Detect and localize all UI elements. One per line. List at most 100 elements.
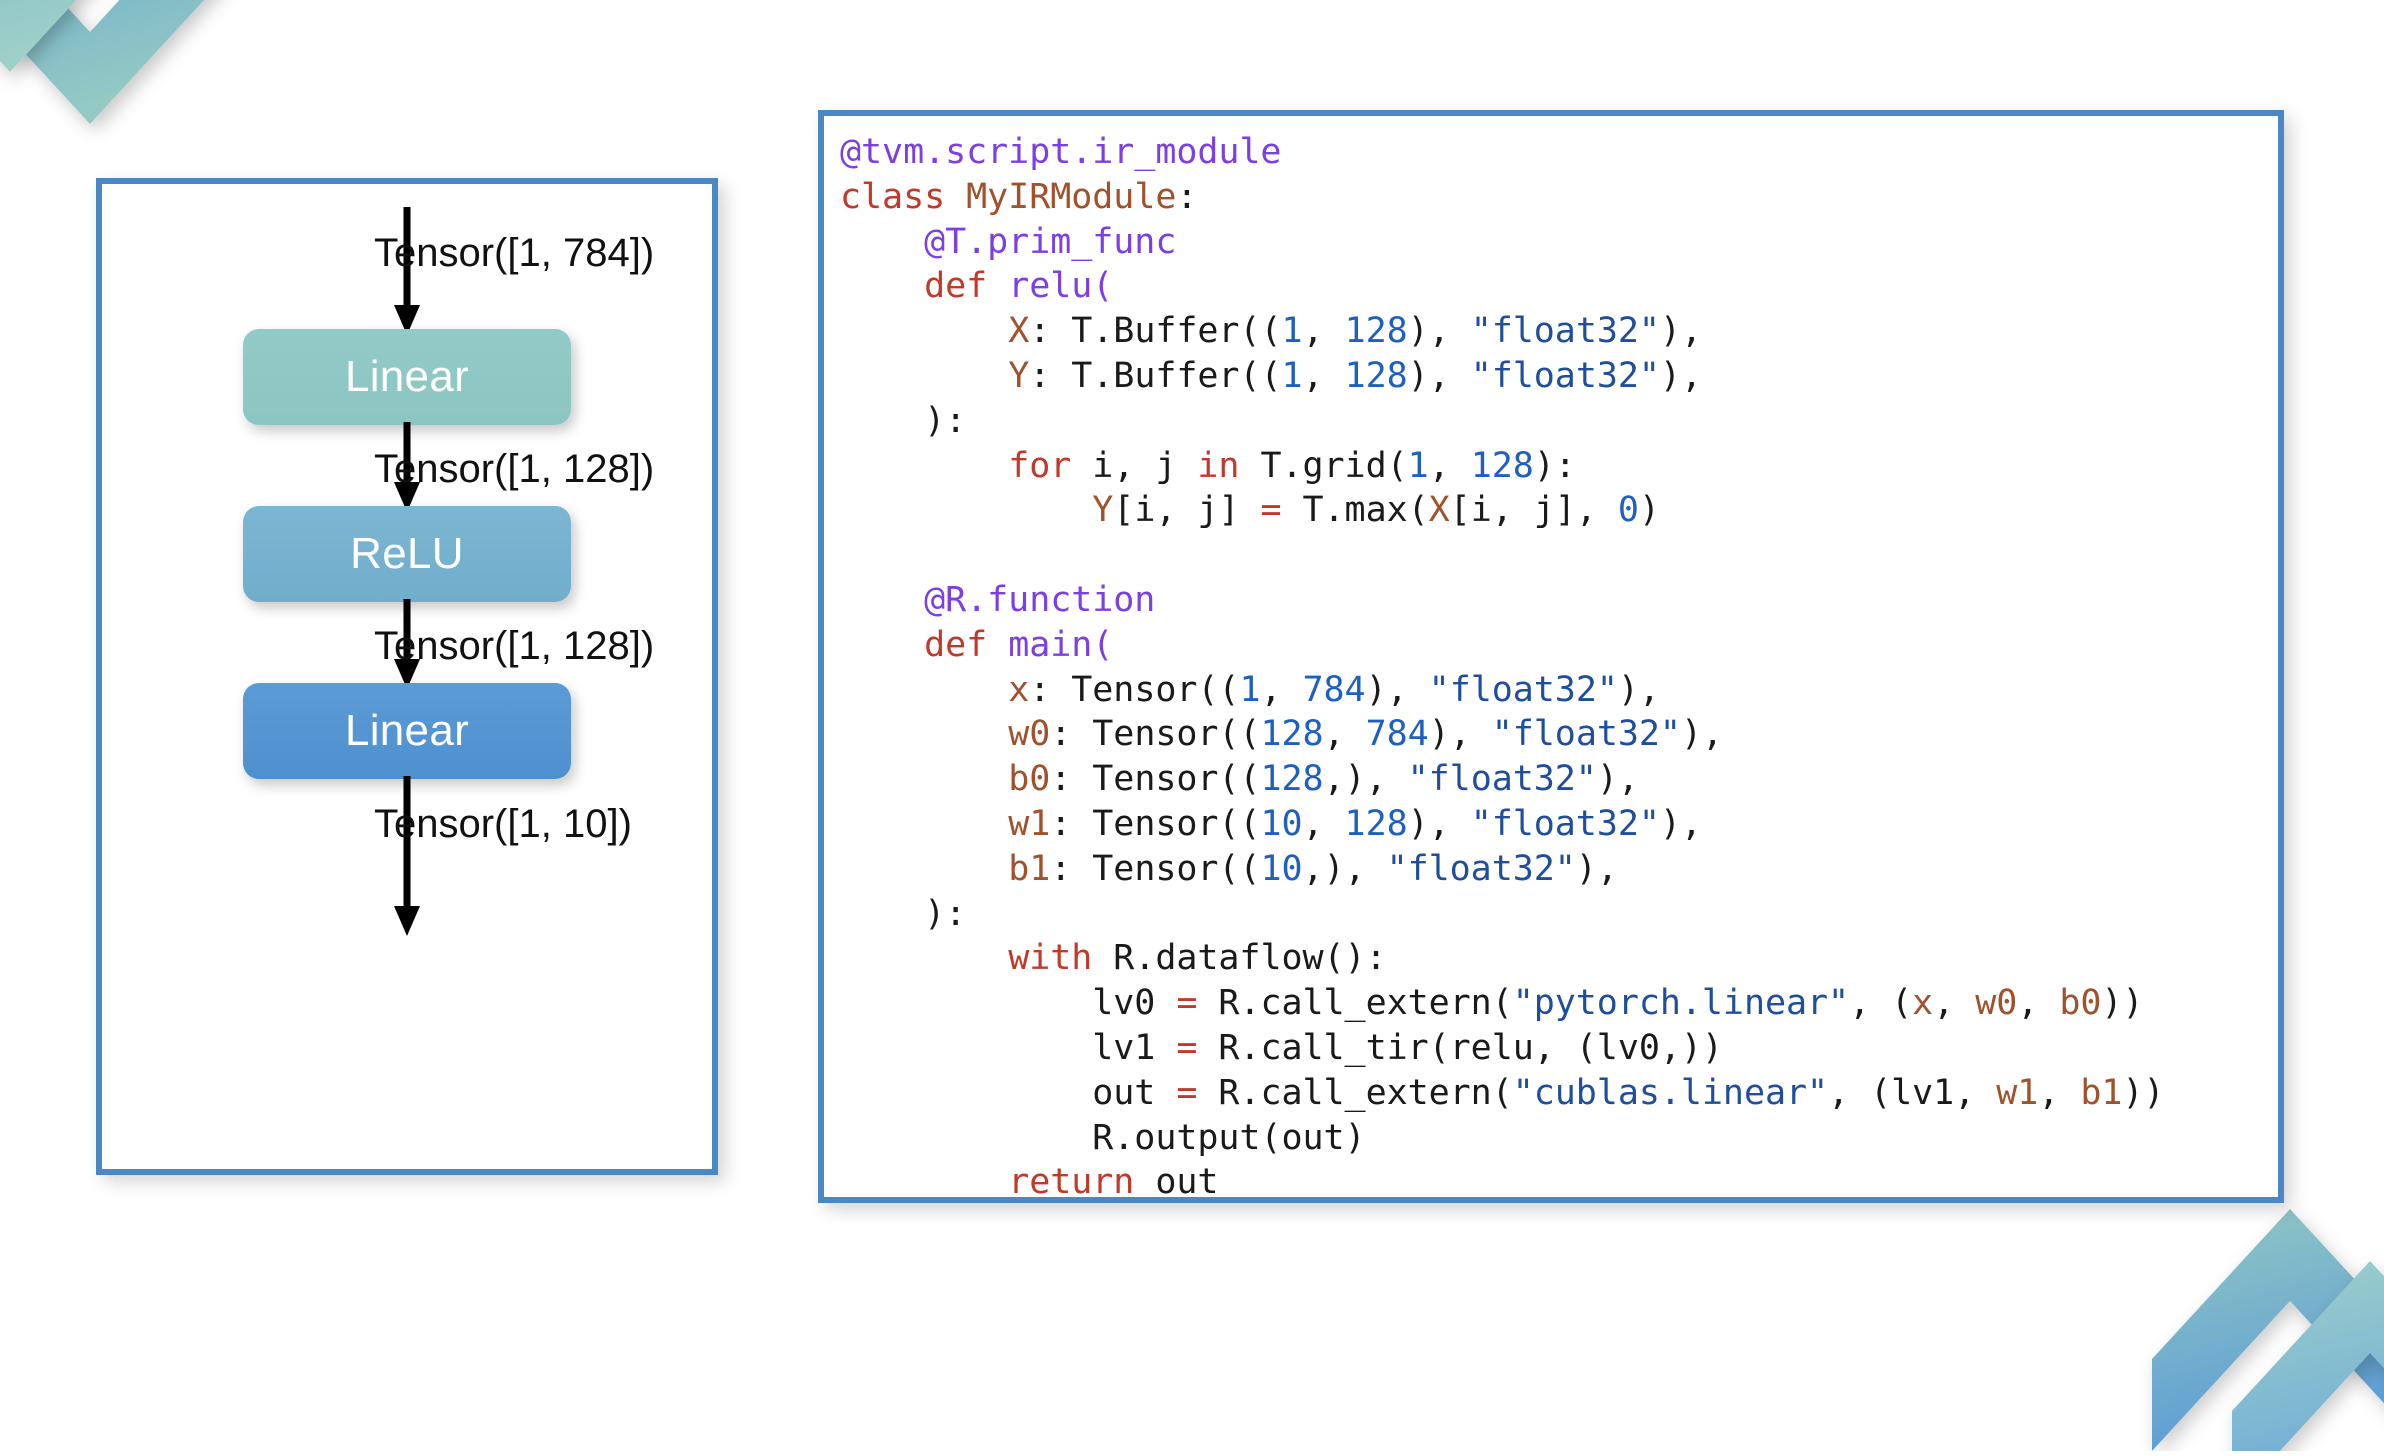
code-token: w0 xyxy=(1975,983,2018,1024)
code-token: : T.Buffer(( xyxy=(1029,311,1282,352)
code-token: w0 xyxy=(1008,714,1051,755)
code-token: "float32" xyxy=(1407,759,1597,800)
code-token: i, j xyxy=(1092,445,1198,486)
code-token: = xyxy=(1176,1027,1198,1068)
code-token: 10 xyxy=(1260,803,1303,844)
code-token: 0 xyxy=(1617,490,1639,531)
code-token: Y xyxy=(1008,355,1030,396)
code-line: lv0 = R.call_extern("pytorch.linear", (x… xyxy=(840,983,2143,1023)
code-token: : T.Buffer(( xyxy=(1029,355,1282,396)
code-token: 784 xyxy=(1365,714,1429,755)
code-token: "float32" xyxy=(1386,848,1576,889)
code-token: R.output(out) xyxy=(840,1117,1366,1158)
code-token: ), xyxy=(1575,848,1618,889)
code-token: out xyxy=(840,1072,1177,1113)
code-line: b0: Tensor((128,), "float32"), xyxy=(840,759,1639,799)
code-token: : Tensor(( xyxy=(1029,669,1240,710)
code-token: ( xyxy=(1092,624,1114,665)
code-token: main xyxy=(1008,624,1093,665)
model-diagram-panel: Tensor([1, 784]) Linear Tensor([1, 128])… xyxy=(96,178,718,1175)
code-line: ): xyxy=(840,401,966,441)
node-linear-2[interactable]: Linear xyxy=(243,683,571,779)
code-token: = xyxy=(1260,490,1282,531)
code-token: )) xyxy=(2122,1072,2165,1113)
code-token: , xyxy=(1302,311,1345,352)
code-line: b1: Tensor((10,), "float32"), xyxy=(840,849,1618,889)
code-line: return out xyxy=(840,1162,1218,1203)
code-token: 128 xyxy=(1260,714,1324,755)
code-line: def main( xyxy=(840,625,1113,665)
code-token: with xyxy=(1008,938,1114,979)
code-token: def xyxy=(924,624,1009,665)
code-line: @T.prim_func xyxy=(840,222,1176,262)
code-token: lv0 xyxy=(840,983,1177,1024)
code-token: = xyxy=(1176,1072,1198,1113)
code-line: @R.function xyxy=(840,580,1155,620)
code-token: 128 xyxy=(1260,759,1324,800)
code-line: R.output(out) xyxy=(840,1117,1366,1158)
code-token: , xyxy=(1302,355,1345,396)
node-linear-1-label: Linear xyxy=(344,352,470,401)
node-linear-2-label: Linear xyxy=(344,706,470,755)
code-token: ), xyxy=(1596,759,1639,800)
code-token: lv1 xyxy=(840,1027,1177,1068)
code-token: b1 xyxy=(2080,1072,2123,1113)
edge-label-output: Tensor([1, 10]) xyxy=(374,802,632,846)
code-token: : Tensor(( xyxy=(1050,803,1261,844)
code-line: Y: T.Buffer((1, 128), "float32"), xyxy=(840,356,1702,396)
code-token: b0 xyxy=(1008,759,1051,800)
code-token: ), xyxy=(1659,803,1702,844)
code-token: , xyxy=(2017,983,2060,1024)
code-token: X xyxy=(1008,311,1030,352)
code-token: [i, j] xyxy=(1113,490,1261,531)
code-token: T.max( xyxy=(1281,490,1429,531)
code-line: w0: Tensor((128, 784), "float32"), xyxy=(840,714,1723,754)
code-token: = xyxy=(1176,983,1198,1024)
code-line: def relu( xyxy=(840,266,1113,306)
code-token: , xyxy=(1260,669,1303,710)
code-token: for xyxy=(1008,445,1093,486)
code-token: w1 xyxy=(1008,803,1051,844)
code-token: , xyxy=(2038,1072,2081,1113)
code-token: 128 xyxy=(1344,803,1408,844)
code-token: : Tensor(( xyxy=(1050,759,1261,800)
code-token: @R.function xyxy=(840,579,1156,620)
node-linear-1[interactable]: Linear xyxy=(243,329,571,425)
code-token: , xyxy=(1933,983,1976,1024)
model-flow-graph: Tensor([1, 784]) Linear Tensor([1, 128])… xyxy=(102,184,712,1169)
code-token: "float32" xyxy=(1470,311,1660,352)
code-token: ,), xyxy=(1302,848,1387,889)
code-token: ,), xyxy=(1323,759,1408,800)
decorative-chevron-top-left xyxy=(0,0,270,197)
code-token: 1 xyxy=(1281,311,1303,352)
node-relu[interactable]: ReLU xyxy=(243,506,571,602)
code-token: ), xyxy=(1617,669,1660,710)
code-token: X xyxy=(1428,490,1450,531)
code-token: R.call_tir(relu, (lv0,)) xyxy=(1197,1027,1723,1068)
code-token: , xyxy=(1323,714,1366,755)
code-token: ), xyxy=(1659,311,1702,352)
source-code-block[interactable]: @tvm.script.ir_module class MyIRModule: … xyxy=(824,116,2278,1203)
code-token: x xyxy=(1008,669,1030,710)
code-line: @tvm.script.ir_module xyxy=(840,132,1282,172)
code-token: )) xyxy=(2101,983,2144,1024)
code-token: 128 xyxy=(1344,355,1408,396)
code-token: : xyxy=(1176,176,1198,217)
code-token: 10 xyxy=(1260,848,1303,889)
code-token: "float32" xyxy=(1470,355,1660,396)
code-token: , (lv1, xyxy=(1828,1072,1997,1113)
code-token: @tvm.script.ir_module xyxy=(840,132,1282,172)
code-token: ): xyxy=(840,400,967,441)
code-token: in xyxy=(1197,445,1261,486)
code-token: : Tensor(( xyxy=(1050,714,1261,755)
code-token: return xyxy=(1008,1162,1156,1203)
code-line: x: Tensor((1, 784), "float32"), xyxy=(840,670,1660,710)
